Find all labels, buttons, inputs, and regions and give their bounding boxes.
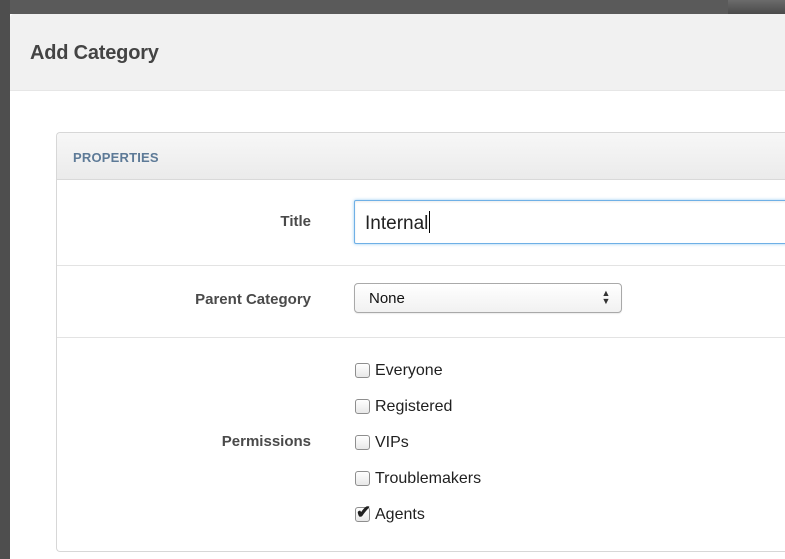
permission-label: VIPs: [375, 433, 409, 451]
properties-panel-header: PROPERTIES: [57, 133, 785, 180]
permission-label: Registered: [375, 397, 453, 415]
title-label: Title: [280, 213, 311, 230]
up-down-chevron-icon: ▲ ▼: [601, 288, 611, 306]
parent-category-label: Parent Category: [195, 291, 311, 308]
title-row: Title Internal: [57, 180, 785, 266]
checkmark-icon: ✔: [356, 502, 372, 522]
permissions-label: Permissions: [221, 433, 311, 450]
permission-vips[interactable]: VIPs: [355, 430, 481, 455]
screen: Add Category PROPERTIES Title Internal P…: [0, 0, 785, 559]
parent-category-select[interactable]: None ▲ ▼: [354, 283, 622, 313]
checkbox-troublemakers[interactable]: [355, 471, 370, 486]
background-window-edge: [0, 0, 785, 14]
add-category-dialog: Add Category PROPERTIES Title Internal P…: [10, 14, 785, 559]
permission-label: Troublemakers: [375, 469, 482, 487]
permission-troublemakers[interactable]: Troublemakers: [355, 466, 481, 491]
permission-agents[interactable]: ✔ Agents: [355, 502, 481, 527]
permission-everyone[interactable]: Everyone: [355, 358, 481, 383]
parent-category-value: None: [369, 290, 405, 307]
permission-label: Everyone: [375, 361, 443, 379]
title-input[interactable]: [354, 200, 785, 244]
permission-label: Agents: [375, 505, 425, 523]
permissions-row: Permissions Everyone Registered VIPs Tro…: [57, 338, 785, 550]
background-window-left-edge: [0, 0, 10, 559]
dialog-header: Add Category: [10, 14, 785, 91]
properties-panel: PROPERTIES Title Internal Parent Categor…: [56, 132, 785, 552]
checkbox-agents[interactable]: ✔: [355, 503, 371, 522]
parent-category-row: Parent Category None ▲ ▼: [57, 266, 785, 338]
checkbox-everyone[interactable]: [355, 363, 370, 378]
checkbox-registered[interactable]: [355, 399, 370, 414]
properties-panel-title: PROPERTIES: [73, 150, 159, 165]
permission-registered[interactable]: Registered: [355, 394, 481, 419]
permissions-list: Everyone Registered VIPs Troublemakers ✔…: [355, 358, 481, 527]
checkbox-vips[interactable]: [355, 435, 370, 450]
dialog-title: Add Category: [30, 42, 159, 64]
